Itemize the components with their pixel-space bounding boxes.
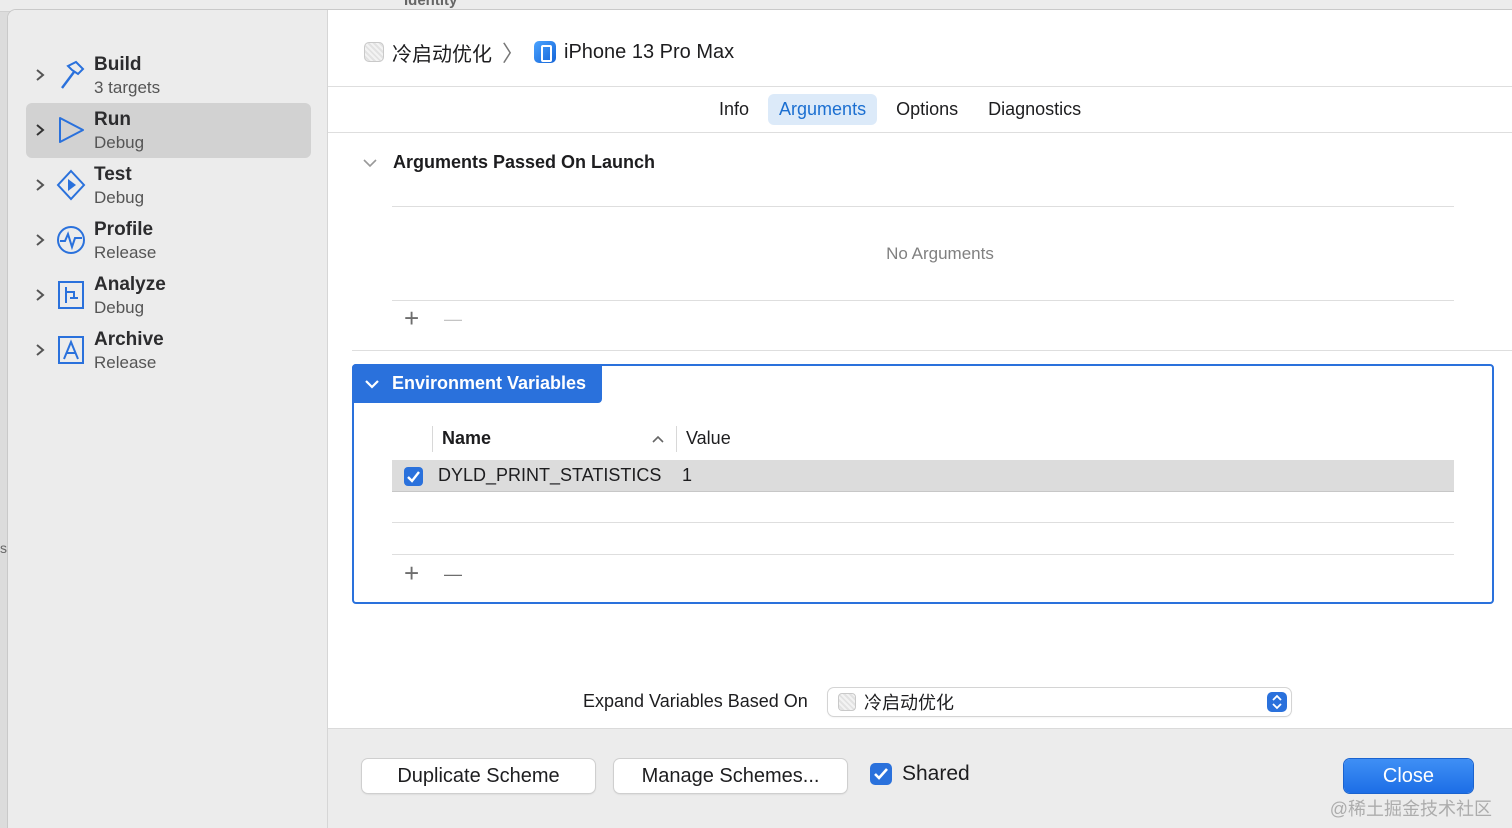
sidebar-item-label: Build bbox=[94, 54, 142, 75]
sheet-footer: Duplicate Scheme Manage Schemes... Share… bbox=[328, 728, 1512, 828]
tab-info[interactable]: Info bbox=[708, 94, 760, 125]
sidebar-item-label: Profile bbox=[94, 219, 154, 240]
hammer-icon bbox=[61, 60, 85, 89]
expand-variables-label: Expand Variables Based On bbox=[583, 691, 808, 711]
sidebar-item-subtitle: Release bbox=[94, 353, 157, 372]
chevron-right-icon[interactable] bbox=[34, 176, 46, 194]
test-diamond-icon bbox=[56, 169, 86, 201]
device-icon bbox=[534, 41, 557, 63]
analyze-icon bbox=[58, 281, 84, 309]
background-section-title: Identity bbox=[404, 0, 458, 9]
no-arguments-text: No Arguments bbox=[886, 244, 994, 263]
sidebar-item-label: Analyze bbox=[94, 274, 166, 295]
add-argument-button[interactable]: + bbox=[404, 305, 419, 331]
chevron-right-icon[interactable] bbox=[34, 341, 46, 359]
table-row-divider bbox=[392, 522, 1454, 523]
tab-diagnostics[interactable]: Diagnostics bbox=[977, 94, 1092, 125]
section-divider bbox=[352, 350, 1512, 351]
tab-bar: Info Arguments Options Diagnostics bbox=[708, 94, 1092, 125]
sidebar-item-test[interactable]: Test Debug bbox=[26, 158, 311, 213]
tab-arguments[interactable]: Arguments bbox=[768, 94, 878, 125]
tabs-divider bbox=[328, 132, 1512, 133]
arguments-table-bottom bbox=[392, 300, 1454, 301]
environment-section-header[interactable]: Environment Variables bbox=[352, 364, 602, 403]
app-icon bbox=[838, 693, 856, 711]
sidebar-item-subtitle: Debug bbox=[94, 188, 145, 207]
remove-argument-button[interactable]: — bbox=[444, 310, 462, 328]
chevron-right-icon[interactable] bbox=[34, 66, 46, 84]
chevron-right-icon[interactable] bbox=[34, 231, 46, 249]
header-divider bbox=[328, 86, 1512, 87]
arguments-section-title: Arguments Passed On Launch bbox=[393, 152, 656, 172]
sidebar-item-subtitle: Release bbox=[94, 243, 157, 262]
remove-variable-button[interactable]: — bbox=[444, 565, 462, 583]
app-icon bbox=[364, 42, 384, 62]
shared-toggle[interactable]: Shared bbox=[870, 762, 970, 786]
scheme-detail-pane: 冷启动优化 〉 iPhone 13 Pro Max Info Arguments… bbox=[328, 10, 1512, 828]
table-row[interactable]: DYLD_PRINT_STATISTICS 1 bbox=[392, 460, 1454, 492]
archive-icon bbox=[58, 336, 84, 364]
breadcrumb-destination[interactable]: iPhone 13 Pro Max bbox=[564, 41, 734, 64]
sidebar-item-subtitle: Debug bbox=[94, 133, 145, 152]
scheme-editor-sheet: Build 3 targets Run Debug Test Debug Pro… bbox=[8, 10, 1512, 828]
checkmark-icon bbox=[407, 471, 420, 483]
sidebar-item-run[interactable]: Run Debug bbox=[26, 103, 311, 158]
breadcrumb-separator: 〉 bbox=[502, 41, 525, 66]
watermark: @稀土掘金技术社区 bbox=[1329, 799, 1492, 819]
sidebar-item-analyze[interactable]: Analyze Debug bbox=[26, 268, 311, 323]
waveform-icon bbox=[57, 226, 85, 254]
expand-variables-popup[interactable]: 冷启动优化 bbox=[828, 688, 1291, 716]
sort-ascending-icon[interactable] bbox=[652, 434, 664, 444]
sidebar-item-label: Test bbox=[94, 164, 132, 185]
chevron-right-icon[interactable] bbox=[34, 121, 46, 139]
breadcrumb: 冷启动优化 〉 iPhone 13 Pro Max bbox=[364, 38, 734, 66]
arguments-table-top bbox=[392, 206, 1454, 207]
sidebar-item-profile[interactable]: Profile Release bbox=[26, 213, 311, 268]
enabled-checkbox[interactable] bbox=[404, 467, 423, 486]
column-header-value[interactable]: Value bbox=[686, 428, 731, 449]
column-separator bbox=[676, 426, 677, 452]
sidebar-item-subtitle: 3 targets bbox=[94, 78, 161, 97]
environment-section-title: Environment Variables bbox=[392, 373, 587, 393]
sidebar-item-label: Archive bbox=[94, 329, 164, 350]
expand-variables-value: 冷启动优化 bbox=[864, 693, 954, 713]
checkmark-icon bbox=[874, 768, 888, 780]
column-separator bbox=[432, 426, 433, 452]
table-bottom-divider bbox=[392, 554, 1454, 555]
breadcrumb-scheme[interactable]: 冷启动优化 bbox=[392, 38, 492, 67]
env-var-value[interactable]: 1 bbox=[682, 465, 692, 486]
env-var-name[interactable]: DYLD_PRINT_STATISTICS bbox=[438, 465, 661, 486]
chevron-right-icon[interactable] bbox=[34, 286, 46, 304]
play-icon bbox=[59, 117, 84, 143]
shared-label: Shared bbox=[902, 762, 970, 785]
left-edge-glyph: s bbox=[0, 540, 7, 556]
close-button[interactable]: Close bbox=[1344, 759, 1473, 793]
sidebar-item-archive[interactable]: Archive Release bbox=[26, 323, 311, 378]
column-header-name[interactable]: Name bbox=[442, 428, 491, 449]
sidebar-item-label: Run bbox=[94, 109, 131, 130]
shared-checkbox[interactable] bbox=[870, 763, 892, 785]
chevron-down-icon[interactable] bbox=[362, 157, 378, 169]
chevron-down-icon[interactable] bbox=[364, 378, 380, 390]
manage-schemes-button[interactable]: Manage Schemes... bbox=[614, 759, 847, 793]
arguments-section-header[interactable]: Arguments Passed On Launch bbox=[362, 152, 655, 173]
popup-stepper-icon[interactable] bbox=[1267, 692, 1287, 712]
scheme-actions-sidebar: Build 3 targets Run Debug Test Debug Pro… bbox=[8, 10, 328, 828]
sidebar-item-subtitle: Debug bbox=[94, 298, 145, 317]
duplicate-scheme-button[interactable]: Duplicate Scheme bbox=[362, 759, 595, 793]
environment-variables-section: Environment Variables Name Value DYLD_PR… bbox=[352, 364, 1494, 604]
add-variable-button[interactable]: + bbox=[404, 560, 419, 586]
sidebar-item-build[interactable]: Build 3 targets bbox=[26, 48, 311, 103]
tab-options[interactable]: Options bbox=[885, 94, 969, 125]
